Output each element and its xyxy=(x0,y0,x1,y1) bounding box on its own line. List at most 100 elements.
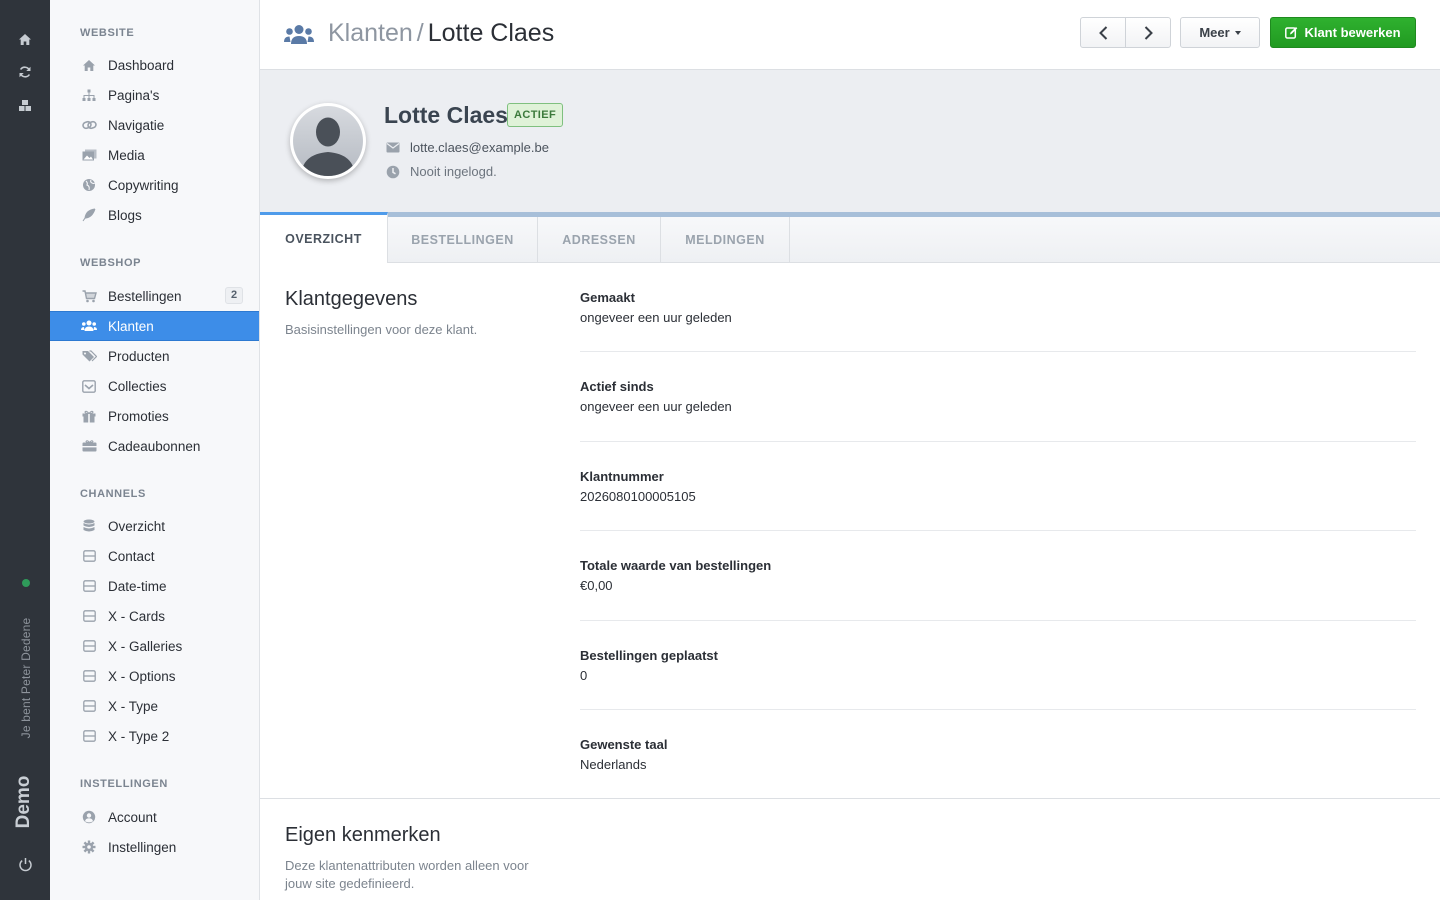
field-label: Gewenste taal xyxy=(580,737,668,752)
sidebar-item-instellingen[interactable]: Instellingen xyxy=(50,832,259,862)
sidebar-item-x-type[interactable]: X - Type xyxy=(50,691,259,721)
home-icon xyxy=(81,57,97,73)
tab-bar: OVERZICHT BESTELLINGEN ADRESSEN MELDINGE… xyxy=(260,212,1440,263)
sidebar-item-producten[interactable]: Producten xyxy=(50,341,259,371)
refresh-icon[interactable] xyxy=(17,64,33,80)
user-circle-icon xyxy=(81,809,97,825)
sidebar-item-date-time[interactable]: Date-time xyxy=(50,571,259,601)
field-label: Gemaakt xyxy=(580,290,635,305)
customer-email[interactable]: lotte.claes@example.be xyxy=(410,140,549,155)
sidebar-item-label: Producten xyxy=(108,348,170,364)
sidebar-section-title: CHANNELS xyxy=(80,488,146,500)
sidebar-item-label: Blogs xyxy=(108,207,142,223)
channel-icon xyxy=(81,698,97,714)
cart-icon xyxy=(81,288,97,304)
section-description: Basisinstellingen voor deze klant. xyxy=(285,322,478,337)
sidebar-item-paginas[interactable]: Pagina's xyxy=(50,80,259,110)
channel-icon xyxy=(81,638,97,654)
globe-icon xyxy=(81,177,97,193)
sidebar-item-account[interactable]: Account xyxy=(50,802,259,832)
sidebar-item-x-galleries[interactable]: X - Galleries xyxy=(50,631,259,661)
sidebar-item-label: X - Type 2 xyxy=(108,728,170,744)
sidebar-section-title: WEBSHOP xyxy=(80,257,142,269)
sidebar-item-cadeaubonnen[interactable]: Cadeaubonnen xyxy=(50,431,259,461)
sidebar-item-label: Copywriting xyxy=(108,177,179,193)
edit-icon xyxy=(1285,26,1298,39)
gift-icon xyxy=(81,408,97,424)
tab-bestellingen[interactable]: BESTELLINGEN xyxy=(388,217,538,263)
sidebar: WEBSITE Dashboard Pagina's Navigatie Med… xyxy=(50,0,260,900)
chevron-left-icon xyxy=(1098,25,1107,40)
users-icon xyxy=(284,24,314,46)
page-title: Lotte Claes xyxy=(427,19,555,47)
sidebar-item-x-cards[interactable]: X - Cards xyxy=(50,601,259,631)
more-dropdown-button[interactable]: Meer xyxy=(1180,17,1260,48)
detail-field-orders-placed: Bestellingen geplaatst 0 xyxy=(580,648,1416,710)
tab-meldingen[interactable]: MELDINGEN xyxy=(661,217,790,263)
sidebar-item-dashboard[interactable]: Dashboard xyxy=(50,50,259,80)
home-icon[interactable] xyxy=(17,31,33,47)
sitemap-icon xyxy=(81,87,97,103)
sidebar-item-overzicht[interactable]: Overzicht xyxy=(50,511,259,541)
last-login-text: Nooit ingelogd. xyxy=(410,164,497,179)
more-button-label: Meer xyxy=(1199,25,1230,40)
breadcrumb: Klanten / Lotte Claes xyxy=(328,19,554,48)
field-label: Totale waarde van bestellingen xyxy=(580,558,772,573)
field-label: Actief sinds xyxy=(580,379,654,394)
sidebar-item-x-options[interactable]: X - Options xyxy=(50,661,259,691)
detail-field-preferred-language: Gewenste taal Nederlands xyxy=(580,737,1416,787)
section-title: Klantgegevens xyxy=(285,288,418,310)
edit-customer-button[interactable]: Klant bewerken xyxy=(1270,17,1416,48)
sidebar-item-promoties[interactable]: Promoties xyxy=(50,401,259,431)
sidebar-item-blogs[interactable]: Blogs xyxy=(50,200,259,230)
sidebar-item-klanten[interactable]: Klanten xyxy=(50,311,259,341)
channel-icon xyxy=(81,728,97,744)
channel-icon xyxy=(81,608,97,624)
sidebar-item-label: X - Galleries xyxy=(108,638,183,654)
tags-icon xyxy=(81,348,97,364)
field-label: Klantnummer xyxy=(580,469,664,484)
tab-overzicht[interactable]: OVERZICHT xyxy=(260,212,388,263)
sidebar-item-media[interactable]: Media xyxy=(50,140,259,170)
cubes-icon[interactable] xyxy=(17,97,33,113)
sidebar-item-label: Date-time xyxy=(108,578,167,594)
breadcrumb-parent-link[interactable]: Klanten xyxy=(328,19,413,47)
sidebar-item-copywriting[interactable]: Copywriting xyxy=(50,170,259,200)
sidebar-item-label: Account xyxy=(108,809,157,825)
sidebar-item-x-type-2[interactable]: X - Type 2 xyxy=(50,721,259,751)
next-button[interactable] xyxy=(1126,18,1170,47)
sidebar-item-label: Bestellingen xyxy=(108,288,182,304)
detail-field-created: Gemaakt ongeveer een uur geleden xyxy=(580,290,1416,352)
channel-icon xyxy=(81,578,97,594)
online-status-dot xyxy=(22,579,30,587)
tab-adressen[interactable]: ADRESSEN xyxy=(538,217,661,263)
feather-icon xyxy=(81,207,97,223)
sidebar-item-contact[interactable]: Contact xyxy=(50,541,259,571)
field-value: €0,00 xyxy=(580,578,613,593)
sidebar-item-label: Collecties xyxy=(108,378,167,394)
sidebar-section-title: WEBSITE xyxy=(80,27,135,39)
clock-icon xyxy=(386,165,400,179)
chevron-right-icon xyxy=(1144,25,1153,40)
field-value: ongeveer een uur geleden xyxy=(580,399,732,414)
sidebar-item-navigatie[interactable]: Navigatie xyxy=(50,110,259,140)
users-icon xyxy=(81,318,97,334)
section-divider xyxy=(260,798,1440,799)
detail-field-total-order-value: Totale waarde van bestellingen €0,00 xyxy=(580,558,1416,621)
field-value: 0 xyxy=(580,668,588,683)
power-icon[interactable] xyxy=(17,856,33,872)
customer-email-row: lotte.claes@example.be xyxy=(386,140,549,155)
sidebar-item-bestellingen[interactable]: Bestellingen 2 xyxy=(50,281,259,311)
sidebar-section-title: INSTELLINGEN xyxy=(80,778,168,790)
sidebar-item-label: X - Options xyxy=(108,668,176,684)
sidebar-item-collecties[interactable]: Collecties xyxy=(50,371,259,401)
brand-label[interactable]: Demo xyxy=(13,776,35,829)
channel-icon xyxy=(81,668,97,684)
sidebar-item-label: Navigatie xyxy=(108,117,165,133)
breadcrumb-separator: / xyxy=(416,19,424,47)
sidebar-item-label: Pagina's xyxy=(108,87,160,103)
field-value: Nederlands xyxy=(580,757,647,772)
sidebar-item-label: Dashboard xyxy=(108,57,175,73)
field-value: ongeveer een uur geleden xyxy=(580,310,732,325)
previous-button[interactable] xyxy=(1081,18,1126,47)
